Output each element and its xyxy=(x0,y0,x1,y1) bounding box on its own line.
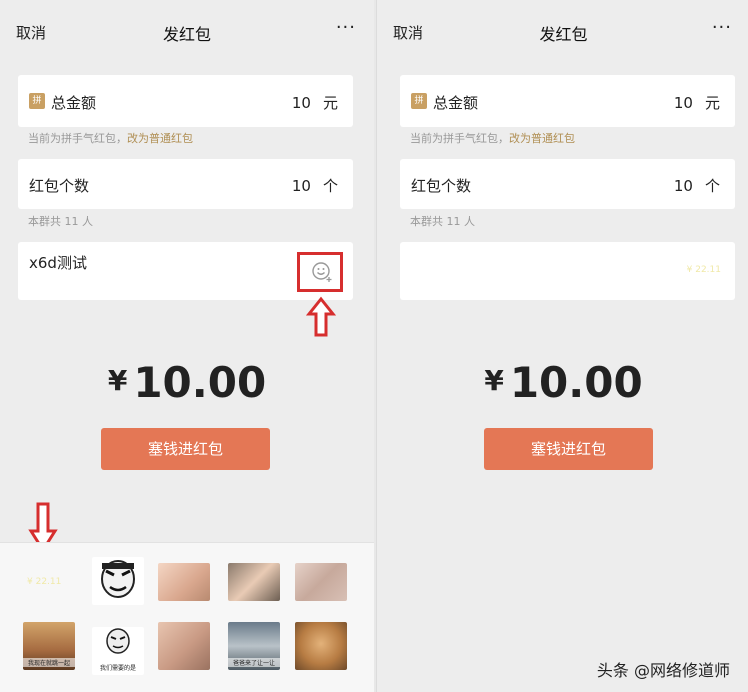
send-red-packet-button[interactable]: 塞钱进红包 xyxy=(101,428,270,470)
total-display: ¥10.00 xyxy=(0,358,374,407)
amount-input[interactable]: 10 xyxy=(674,94,693,112)
total-amount-row[interactable]: 拼 总金额 10 元 xyxy=(400,75,735,127)
currency-symbol: ¥ xyxy=(484,364,504,397)
packet-count-row[interactable]: 红包个数 10 个 xyxy=(400,159,735,209)
page-title: 发红包 xyxy=(162,25,211,44)
sticker-caption: 我现在就跳一起 xyxy=(23,658,75,667)
total-amount-label: 总金额 xyxy=(433,94,479,112)
packet-count-value[interactable]: 10 个 xyxy=(674,175,720,196)
total-value: 10.00 xyxy=(509,358,643,407)
amount-unit: 元 xyxy=(704,94,720,112)
packet-count-label: 红包个数 xyxy=(29,177,90,195)
count-unit: 个 xyxy=(322,177,338,195)
total-amount-value[interactable]: 10 元 xyxy=(292,92,338,113)
up-arrow-annotation-icon xyxy=(306,296,336,337)
amount-hint-text: 当前为拼手气红包， xyxy=(410,132,509,145)
more-menu-icon[interactable]: ··· xyxy=(712,17,732,38)
total-amount-label: 总金额 xyxy=(51,94,97,112)
switch-normal-link[interactable]: 改为普通红包 xyxy=(127,132,193,145)
packet-count-label: 红包个数 xyxy=(411,177,472,195)
meme-face-icon xyxy=(101,560,135,598)
sticker-kid-caption[interactable]: 我现在就跳一起 xyxy=(23,622,75,670)
more-menu-icon[interactable]: ··· xyxy=(336,17,356,38)
currency-symbol: ¥ xyxy=(107,364,128,397)
sticker-dad-caption[interactable]: 爸爸来了让一让 xyxy=(228,622,280,670)
sticker-caption: 爸爸来了让一让 xyxy=(228,658,280,667)
top-bar: 取消 发红包 ··· xyxy=(377,0,748,62)
group-size-hint: 本群共 11 人 xyxy=(410,215,475,228)
page-title: 发红包 xyxy=(539,25,588,44)
total-amount-row[interactable]: 拼 总金额 10 元 xyxy=(18,75,353,127)
packet-count-value[interactable]: 10 个 xyxy=(292,175,338,196)
sticker-meme-face[interactable] xyxy=(92,557,144,605)
switch-normal-link[interactable]: 改为普通红包 xyxy=(509,132,575,145)
count-input[interactable]: 10 xyxy=(292,177,311,195)
count-input[interactable]: 10 xyxy=(674,177,693,195)
amount-input[interactable]: 10 xyxy=(292,94,311,112)
pin-badge-icon: 拼 xyxy=(29,93,45,109)
group-size-hint: 本群共 11 人 xyxy=(28,215,93,228)
amount-hint: 当前为拼手气红包，改为普通红包 xyxy=(410,130,575,146)
watermark: 头条 @网络修道师 xyxy=(596,661,730,680)
meme-panda-icon xyxy=(106,628,130,654)
sticker-faint-text: ¥ 22.11 xyxy=(27,577,62,587)
amount-hint: 当前为拼手气红包，改为普通红包 xyxy=(28,130,193,146)
sticker-meme-caption[interactable]: 我们需要的是 xyxy=(92,627,144,675)
sticker-baby-1[interactable] xyxy=(158,563,210,601)
top-bar: 取消 发红包 ··· xyxy=(0,0,374,62)
packet-count-row[interactable]: 红包个数 10 个 xyxy=(18,159,353,209)
screenshot-root: 取消 发红包 ··· 拼 总金额 10 元 当前为拼手气红包，改为普通红包 红包个… xyxy=(0,0,748,692)
sticker-baby-2[interactable] xyxy=(228,563,280,601)
amount-hint-text: 当前为拼手气红包， xyxy=(28,132,127,145)
total-amount-value[interactable]: 10 元 xyxy=(674,92,720,113)
message-faint-text: ¥ 22.11 xyxy=(686,265,721,275)
highlight-box xyxy=(297,252,343,292)
total-display: ¥10.00 xyxy=(377,358,748,407)
pin-badge-icon: 拼 xyxy=(411,93,427,109)
sticker-caption: 我们需要的是 xyxy=(92,663,144,672)
sticker-baby-3[interactable] xyxy=(295,563,347,601)
sticker-shiba-dog[interactable] xyxy=(295,622,347,670)
amount-unit: 元 xyxy=(322,94,338,112)
message-field[interactable]: ¥ 22.11 xyxy=(400,242,735,300)
left-phone-screen: 取消 发红包 ··· 拼 总金额 10 元 当前为拼手气红包，改为普通红包 红包个… xyxy=(0,0,374,692)
sticker-baby-4[interactable] xyxy=(158,622,210,670)
count-unit: 个 xyxy=(704,177,720,195)
total-value: 10.00 xyxy=(133,358,267,407)
message-text[interactable]: x6d测试 xyxy=(29,252,87,273)
right-phone-screen: 取消 发红包 ··· 拼 总金额 10 元 当前为拼手气红包，改为普通红包 红包个… xyxy=(376,0,748,692)
send-red-packet-button[interactable]: 塞钱进红包 xyxy=(484,428,653,470)
